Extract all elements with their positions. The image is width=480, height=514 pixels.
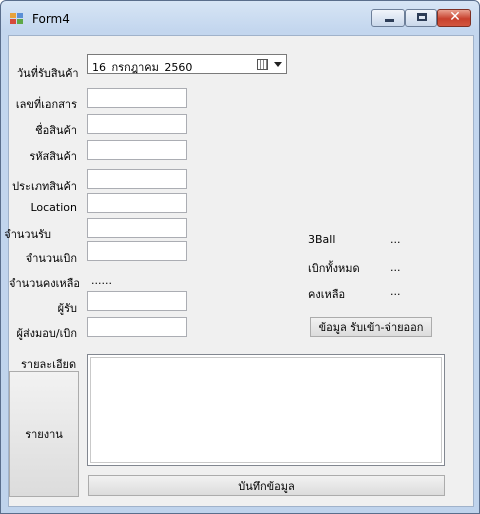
receiver-label: ผู้รับ [57,302,77,315]
details-textarea[interactable] [87,354,445,466]
receive-date-picker[interactable]: 16 กรกฎาคม 2560 [87,54,287,74]
product-code-input[interactable] [87,140,187,160]
sender-label: ผู้ส่งมอบ/เบิก [16,327,77,340]
total-withdraw-label: เบิกทั้งหมด [308,262,360,275]
doc-no-input[interactable] [87,88,187,108]
receive-date-value: 16 กรกฎาคม 2560 [92,61,193,74]
receiver-input[interactable] [87,291,187,311]
doc-no-label: เลขที่เอกสาร [15,98,77,111]
product-type-input[interactable] [87,169,187,189]
form4-window: Form4 ✕ วันที่รับสินค้า 16 กรกฎาคม 2560 … [0,0,480,514]
inout-data-button[interactable]: ข้อมูล รับเข้า-จ่ายออก [310,317,432,337]
maximize-icon [417,13,427,21]
remaining-label: คงเหลือ [308,288,346,301]
product-name-input[interactable] [87,114,187,134]
window-title: Form4 [32,12,70,26]
location-input[interactable] [87,193,187,213]
item-value: ... [390,233,401,246]
app-icon [10,13,26,25]
location-label: Location [30,201,77,214]
remaining-value: ... [390,285,401,298]
report-button[interactable]: รายงาน [9,371,79,497]
close-icon: ✕ [449,9,461,25]
product-type-label: ประเภทสินค้า [12,180,77,193]
withdraw-qty-input[interactable] [87,241,187,261]
remaining-qty-value: ...... [91,274,112,287]
minimize-icon [385,19,394,22]
withdraw-qty-label: จำนวนเบิก [25,252,77,265]
receive-qty-label: จำนวนรับ [4,228,51,241]
save-button[interactable]: บันทึกข้อมูล [88,475,445,496]
close-button[interactable]: ✕ [437,9,471,27]
title-bar[interactable]: Form4 ✕ [1,1,479,31]
product-code-label: รหัสสินค้า [29,150,77,163]
calendar-icon[interactable] [257,59,268,70]
receive-date-label: วันที่รับสินค้า [17,67,79,80]
chevron-down-icon[interactable] [274,62,282,67]
total-withdraw-value: ... [390,261,401,274]
maximize-button[interactable] [405,9,437,27]
product-name-label: ชื่อสินค้า [35,124,77,137]
minimize-button[interactable] [371,9,405,27]
sender-input[interactable] [87,317,187,337]
form-client-area: วันที่รับสินค้า 16 กรกฎาคม 2560 เลขที่เอ… [4,35,474,507]
remaining-qty-label: จำนวนคงเหลือ [9,277,80,290]
item-name: 3Ball [308,233,336,246]
receive-qty-input[interactable] [87,218,187,238]
